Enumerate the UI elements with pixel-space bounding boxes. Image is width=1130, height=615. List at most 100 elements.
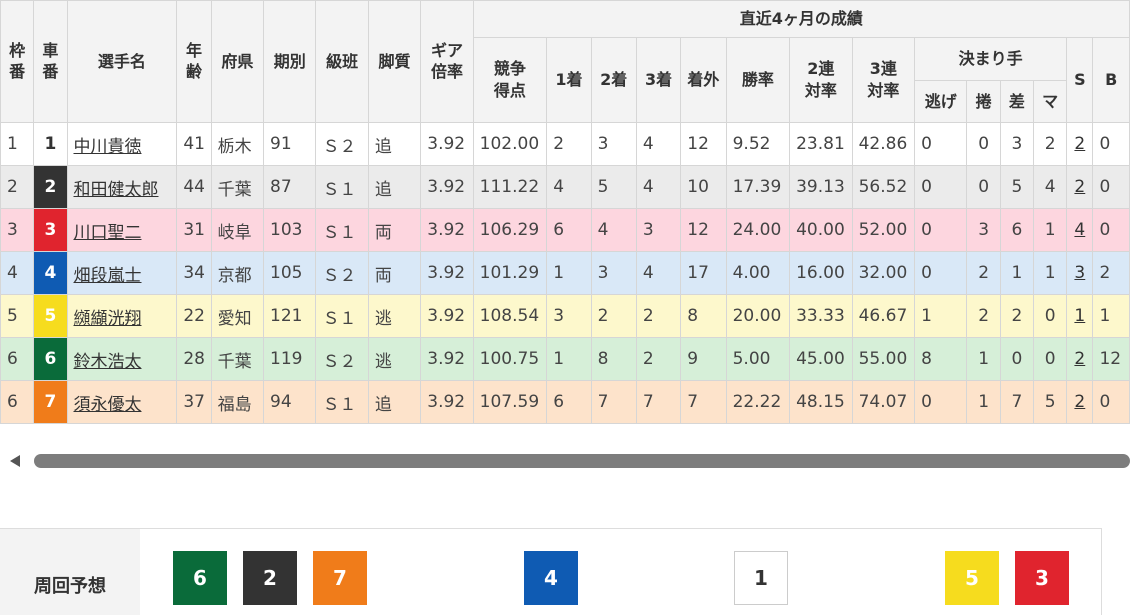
out-cell: 7 — [680, 380, 727, 424]
out-cell: 10 — [680, 165, 727, 209]
header-waku: 枠番 — [0, 0, 35, 123]
racer-name-link[interactable]: 纐纈洸翔 — [74, 309, 142, 329]
car-number-badge: 7 — [33, 380, 68, 424]
rate2-cell: 33.33 — [789, 294, 853, 338]
header-b: B — [1092, 37, 1130, 123]
racer-name-cell: 鈴木浩太 — [66, 337, 178, 381]
s-link[interactable]: 2 — [1074, 349, 1085, 369]
s-link[interactable]: 1 — [1074, 306, 1085, 326]
ma-cell: 5 — [1032, 380, 1068, 424]
win-rate-cell: 20.00 — [725, 294, 791, 338]
car-number-badge: 5 — [33, 294, 68, 338]
age-cell: 22 — [176, 294, 212, 338]
first-cell: 1 — [546, 251, 592, 295]
rate2-cell: 40.00 — [789, 208, 853, 252]
gear-cell: 3.92 — [420, 337, 474, 381]
third-cell: 2 — [635, 337, 682, 381]
rate2-cell: 16.00 — [789, 251, 853, 295]
s-link[interactable]: 2 — [1074, 134, 1085, 154]
waku-cell: 1 — [0, 122, 35, 166]
s-cell: 2 — [1066, 337, 1094, 381]
sashi-cell: 0 — [999, 337, 1034, 381]
pref-cell: 岐阜 — [210, 208, 265, 252]
racer-table-container[interactable]: 枠番 車番 選手名 年齢 府県 期別 級班 脚質 ギア倍率 直近4ヶ月の成績 競… — [0, 0, 1130, 424]
style-cell: 逃 — [367, 294, 422, 338]
gear-cell: 3.92 — [420, 208, 474, 252]
class-cell: Ｓ２ — [315, 251, 369, 295]
header-style: 脚質 — [367, 0, 422, 123]
waku-cell: 4 — [0, 251, 35, 295]
racer-row: 6 6 鈴木浩太 28 千葉 119 Ｓ２ 逃 3.92 100.75 1 8 … — [0, 337, 1130, 381]
style-cell: 逃 — [367, 337, 422, 381]
score-cell: 106.29 — [472, 208, 548, 252]
s-link[interactable]: 4 — [1074, 220, 1085, 240]
third-cell: 4 — [635, 122, 682, 166]
second-cell: 3 — [590, 251, 637, 295]
age-cell: 28 — [176, 337, 212, 381]
s-link[interactable]: 3 — [1074, 263, 1085, 283]
prediction-box: 1 — [734, 551, 788, 605]
racer-row: 6 7 須永優太 37 福島 94 Ｓ１ 追 3.92 107.59 6 7 7… — [0, 380, 1130, 424]
makuri-cell: 1 — [966, 380, 1001, 424]
car-number-badge: 1 — [33, 122, 68, 166]
second-cell: 3 — [590, 122, 637, 166]
racer-name-cell: 和田健太郎 — [66, 165, 178, 209]
racer-name-link[interactable]: 中川貴徳 — [74, 137, 142, 157]
first-cell: 6 — [546, 380, 592, 424]
nige-cell: 0 — [914, 165, 968, 209]
rate3-cell: 42.86 — [851, 122, 916, 166]
lap-prediction: 周回予想 6 2 7 4 1 5 3 — [0, 528, 1102, 615]
header-first: 1着 — [546, 37, 592, 123]
third-cell: 2 — [635, 294, 682, 338]
sashi-cell: 2 — [999, 294, 1034, 338]
header-age: 年齢 — [176, 0, 212, 123]
style-cell: 追 — [367, 165, 422, 209]
header-third: 3着 — [635, 37, 682, 123]
b-cell: 0 — [1092, 380, 1130, 424]
s-link[interactable]: 2 — [1074, 177, 1085, 197]
first-cell: 4 — [546, 165, 592, 209]
age-cell: 37 — [176, 380, 212, 424]
waku-cell: 6 — [0, 337, 35, 381]
racer-name-link[interactable]: 畑段嵐士 — [74, 266, 142, 286]
rate3-cell: 32.00 — [851, 251, 916, 295]
scroll-left-arrow-icon[interactable] — [10, 455, 20, 467]
rate3-cell: 74.07 — [851, 380, 916, 424]
s-link[interactable]: 2 — [1074, 392, 1085, 412]
prediction-box: 5 — [945, 551, 999, 605]
pref-cell: 愛知 — [210, 294, 265, 338]
header-class: 級班 — [315, 0, 369, 123]
out-cell: 12 — [680, 122, 727, 166]
prediction-box: 7 — [313, 551, 367, 605]
racer-name-link[interactable]: 川口聖二 — [74, 223, 142, 243]
first-cell: 3 — [546, 294, 592, 338]
car-number-badge: 2 — [33, 165, 68, 209]
header-sashi: 差 — [999, 80, 1034, 123]
s-cell: 3 — [1066, 251, 1094, 295]
scrollbar-thumb[interactable] — [34, 454, 1130, 468]
racer-row: 5 5 纐纈洸翔 22 愛知 121 Ｓ１ 逃 3.92 108.54 3 2 … — [0, 294, 1130, 338]
ma-cell: 2 — [1032, 122, 1068, 166]
nige-cell: 0 — [914, 208, 968, 252]
makuri-cell: 0 — [966, 165, 1001, 209]
racer-name-link[interactable]: 鈴木浩太 — [74, 352, 142, 372]
racer-name-cell: 川口聖二 — [66, 208, 178, 252]
pref-cell: 千葉 — [210, 165, 265, 209]
racer-row: 1 1 中川貴徳 41 栃木 91 Ｓ２ 追 3.92 102.00 2 3 4… — [0, 122, 1130, 166]
rate3-cell: 52.00 — [851, 208, 916, 252]
third-cell: 7 — [635, 380, 682, 424]
nige-cell: 0 — [914, 251, 968, 295]
makuri-cell: 2 — [966, 294, 1001, 338]
racer-name-link[interactable]: 和田健太郎 — [74, 180, 159, 200]
racer-row: 3 3 川口聖二 31 岐阜 103 Ｓ１ 両 3.92 106.29 6 4 … — [0, 208, 1130, 252]
style-cell: 両 — [367, 251, 422, 295]
s-cell: 2 — [1066, 122, 1094, 166]
prediction-box: 2 — [243, 551, 297, 605]
horizontal-scrollbar[interactable] — [0, 448, 1130, 474]
term-cell: 87 — [263, 165, 317, 209]
nige-cell: 0 — [914, 380, 968, 424]
rate3-cell: 55.00 — [851, 337, 916, 381]
racer-name-link[interactable]: 須永優太 — [74, 395, 142, 415]
rate2-cell: 39.13 — [789, 165, 853, 209]
makuri-cell: 2 — [966, 251, 1001, 295]
